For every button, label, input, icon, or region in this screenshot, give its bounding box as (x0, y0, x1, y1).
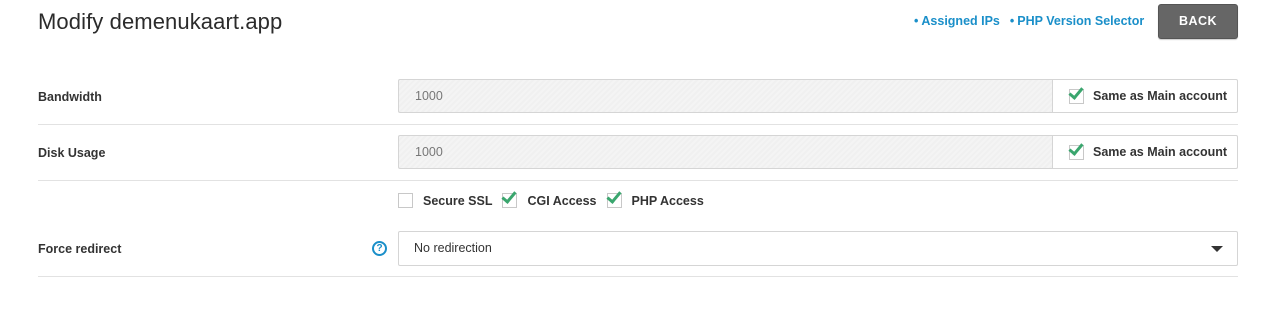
secure-ssl-option[interactable]: Secure SSL (398, 193, 492, 208)
secure-ssl-label: Secure SSL (423, 193, 493, 208)
php-access-label: PHP Access (631, 193, 704, 208)
checkmark-icon (1068, 139, 1084, 156)
row-divider (38, 180, 1238, 181)
php-access-option[interactable]: PHP Access (605, 188, 704, 208)
disk-usage-same-label: Same as Main account (1093, 145, 1228, 159)
disk-usage-input[interactable]: 1000 (398, 135, 1052, 169)
back-button[interactable]: BACK (1158, 4, 1238, 39)
checkmark-icon (501, 188, 518, 204)
checkmark-icon (1068, 83, 1084, 100)
secure-ssl-checkbox[interactable] (398, 193, 413, 208)
bandwidth-same-label: Same as Main account (1093, 89, 1228, 103)
cgi-access-label: CGI Access (527, 193, 597, 208)
checkmark-icon (605, 188, 622, 204)
bandwidth-same-as-main[interactable]: Same as Main account (1052, 79, 1238, 113)
php-access-checkbox[interactable] (605, 188, 622, 208)
question-circle-icon[interactable]: ? (372, 241, 387, 256)
disk-usage-same-as-main[interactable]: Same as Main account (1052, 135, 1238, 169)
bullet-icon: • (1009, 14, 1015, 28)
disk-usage-label: Disk Usage (38, 146, 106, 160)
php-version-selector-label: PHP Version Selector (1017, 14, 1145, 28)
disk-usage-same-checkbox[interactable] (1068, 139, 1084, 160)
assigned-ips-link[interactable]: • Assigned IPs (914, 14, 1000, 28)
php-version-selector-link[interactable]: • PHP Version Selector (1010, 14, 1144, 28)
force-redirect-selected-value: No redirection (414, 241, 492, 255)
row-divider (38, 276, 1238, 277)
bullet-icon: • (914, 14, 919, 28)
force-redirect-label: Force redirect (38, 242, 122, 256)
bandwidth-label: Bandwidth (38, 90, 102, 104)
bandwidth-input[interactable]: 1000 (398, 79, 1052, 113)
force-redirect-select[interactable]: No redirection (398, 231, 1238, 266)
caret-down-icon (1211, 246, 1223, 252)
row-divider (38, 124, 1238, 125)
assigned-ips-label: Assigned IPs (921, 14, 1000, 28)
page-title: Modify demenukaart.app (38, 9, 283, 34)
header-links: • Assigned IPs • PHP Version Selector (914, 14, 1144, 28)
cgi-access-option[interactable]: CGI Access (501, 188, 597, 208)
access-options: Secure SSL CGI Access PHP Access (398, 188, 714, 208)
cgi-access-checkbox[interactable] (501, 188, 518, 208)
bandwidth-same-checkbox[interactable] (1068, 83, 1084, 104)
